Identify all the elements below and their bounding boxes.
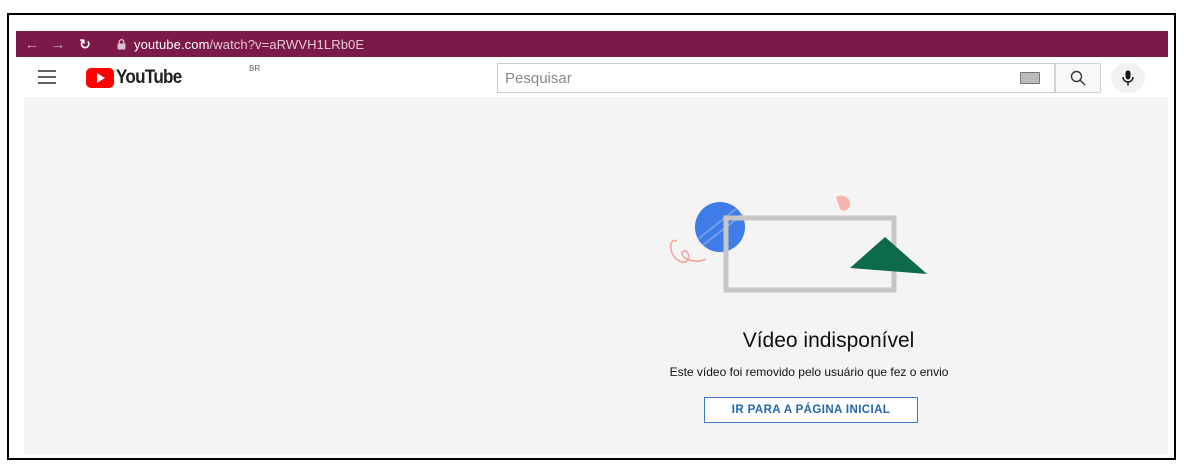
search-button[interactable] (1055, 63, 1101, 93)
microphone-icon (1122, 70, 1134, 86)
go-home-button[interactable]: IR PARA A PÁGINA INICIAL (704, 397, 918, 423)
search-input[interactable] (498, 68, 1020, 88)
logo-text: YouTube (116, 67, 182, 88)
youtube-logo[interactable]: YouTube BR (86, 64, 260, 89)
reload-icon[interactable]: ↻ (74, 36, 96, 53)
url-path: /watch?v=aRWVH1LRb0E (209, 36, 365, 52)
hamburger-menu-icon[interactable] (38, 70, 56, 84)
lock-icon (114, 38, 128, 50)
unavailable-video-illustration-icon (669, 195, 927, 293)
keyboard-icon[interactable] (1020, 72, 1040, 84)
search-icon (1070, 70, 1086, 86)
main-content: Vídeo indisponível Este vídeo foi removi… (24, 97, 1168, 454)
url-host: youtube.com (134, 36, 210, 52)
search-box (497, 63, 1055, 93)
title-text: Vídeo indisponível (742, 329, 915, 352)
page-title: Vídeo indisponível (24, 329, 1168, 353)
youtube-header: YouTube BR (16, 57, 1168, 97)
voice-search-button[interactable] (1111, 63, 1145, 93)
unavailable-reason: Este vídeo foi removido pelo usuário que… (669, 365, 949, 379)
youtube-play-icon (86, 68, 114, 88)
arrow-left-icon[interactable]: ← (22, 36, 42, 53)
arrow-right-icon[interactable]: → (48, 36, 68, 53)
browser-address-bar: ← → ↻ youtube.com/watch?v=aRWVH1LRb0E (16, 31, 1168, 57)
country-code: BR (249, 64, 261, 73)
url-text[interactable]: youtube.com/watch?v=aRWVH1LRb0E (134, 37, 364, 52)
